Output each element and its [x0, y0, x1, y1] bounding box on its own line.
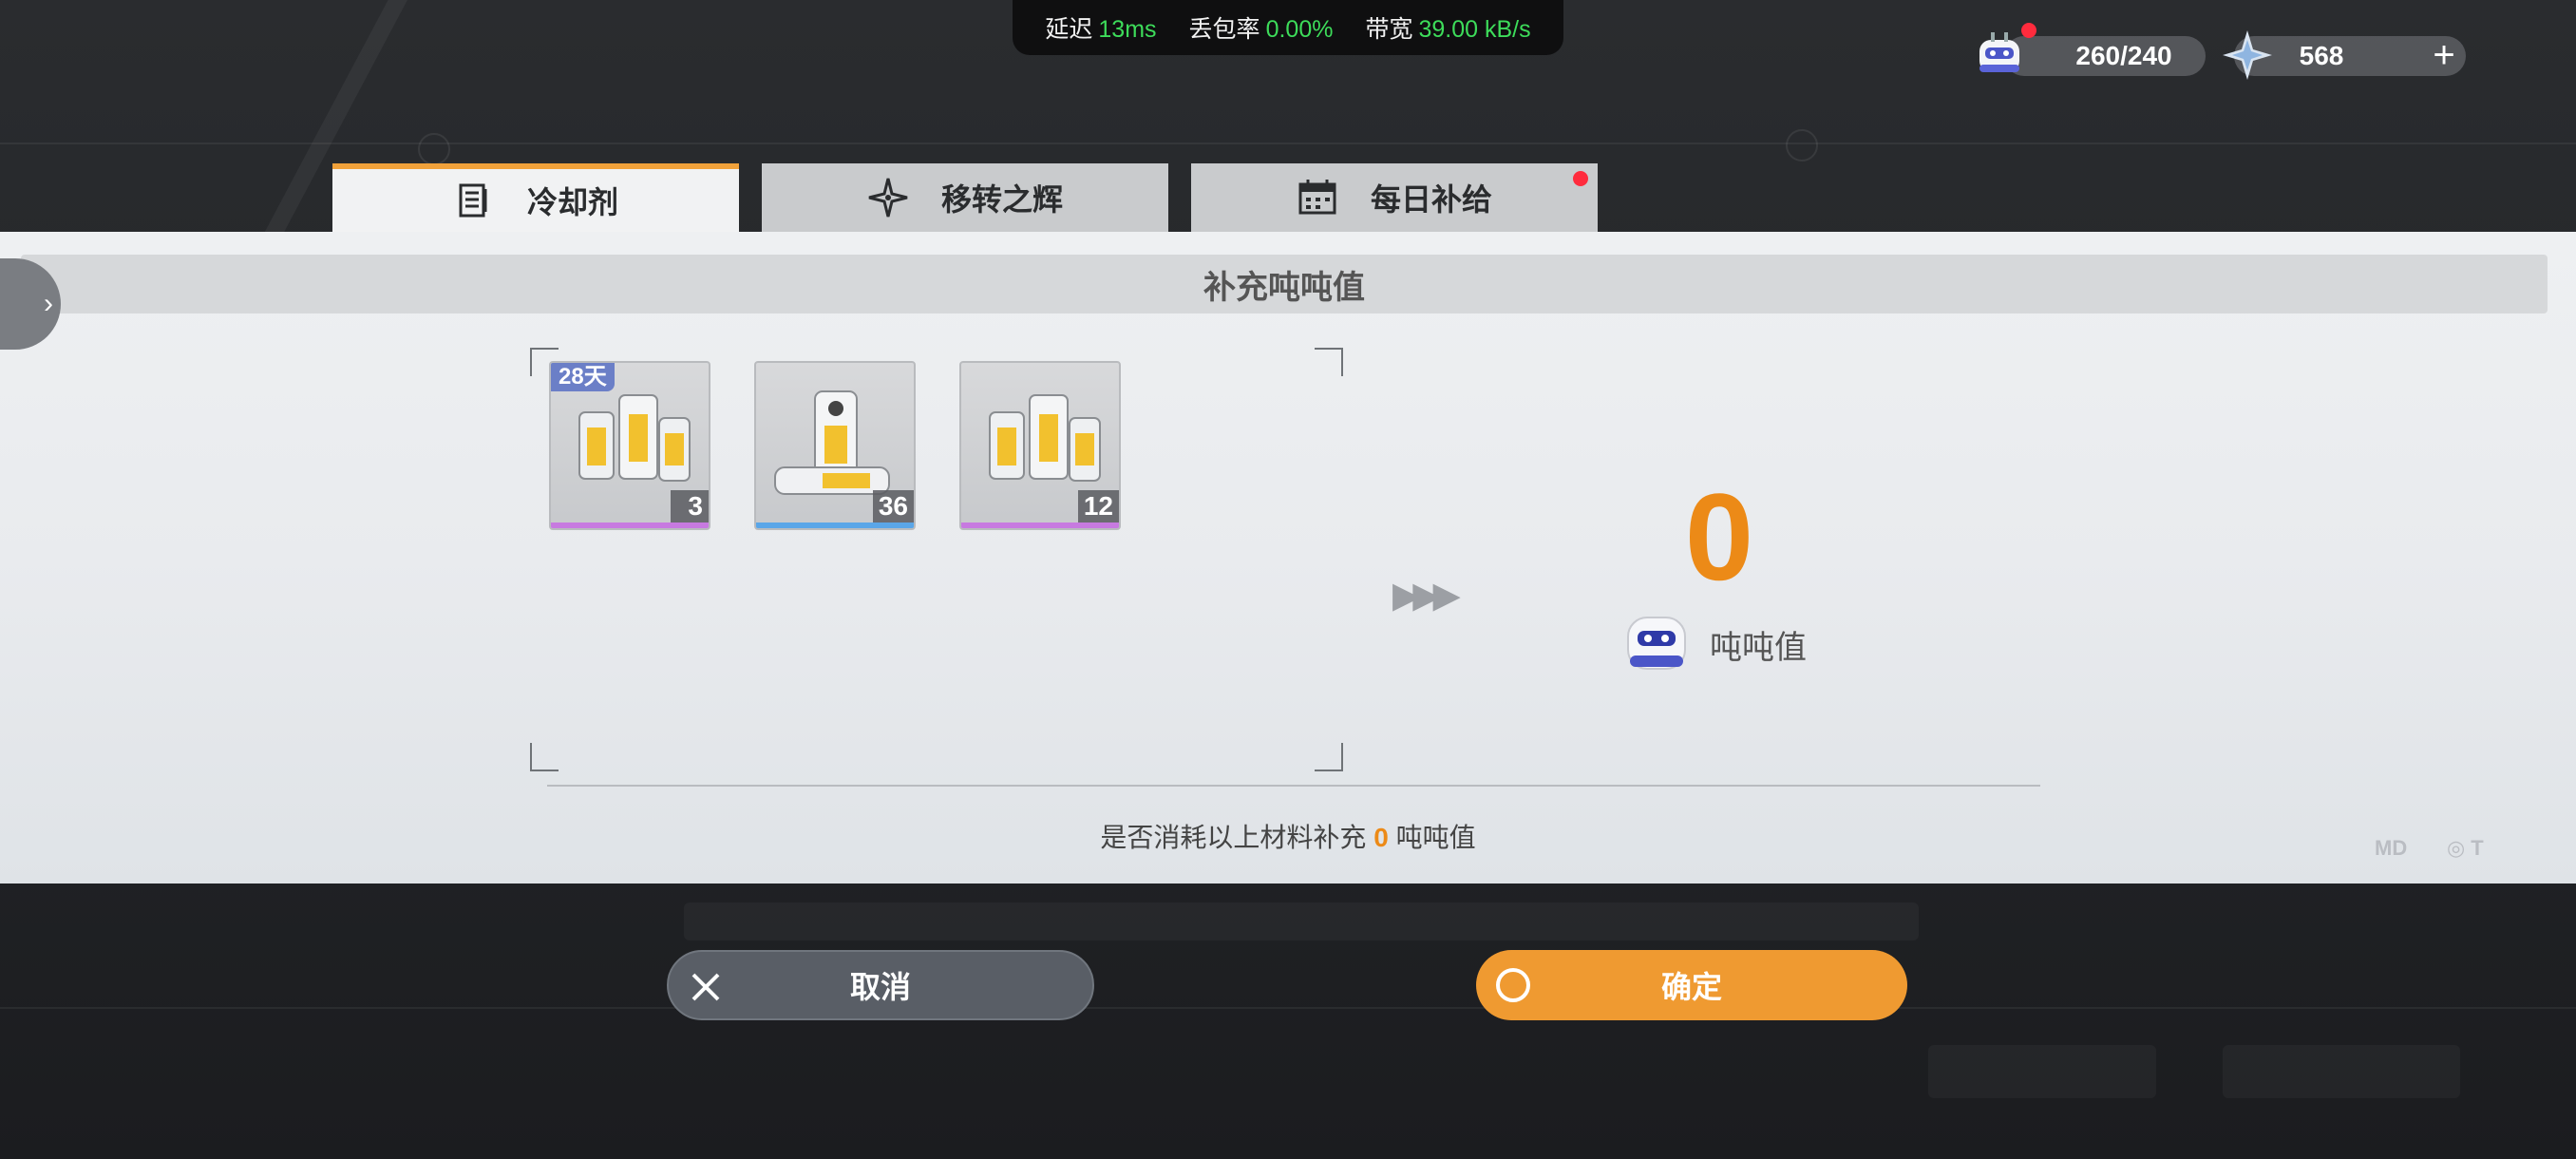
close-icon — [691, 973, 720, 1001]
frame-corner — [530, 743, 559, 771]
background-panel — [684, 902, 1919, 940]
item-count: 36 — [872, 490, 914, 522]
divider — [547, 785, 2040, 787]
item-card[interactable]: 12 — [959, 361, 1121, 530]
notification-dot — [2021, 23, 2036, 38]
bandwidth-value: 39.00 kB/s — [1418, 16, 1531, 43]
tab-transfer-glow-label: 移转之辉 — [940, 182, 1063, 217]
confirm-value: 0 — [1373, 823, 1389, 852]
watermark-logo: MD — [2375, 836, 2408, 860]
item-card[interactable]: 36 — [754, 361, 916, 530]
background-panel — [2223, 1045, 2460, 1098]
tab-coolant[interactable]: 冷却剂 — [332, 163, 739, 238]
chevron-right-icon: › — [44, 288, 53, 319]
background-line — [0, 142, 2576, 144]
calendar-icon — [1298, 180, 1336, 215]
latency-label: 延迟 — [1045, 16, 1093, 43]
rarity-bar-purple — [551, 522, 709, 528]
item-card[interactable]: 28天 3 — [549, 361, 710, 530]
energy-counter[interactable]: 260/240 — [2004, 36, 2206, 76]
tab-transfer-glow[interactable]: 移转之辉 — [762, 163, 1168, 232]
rarity-bar-purple — [961, 522, 1119, 528]
frame-corner — [1315, 348, 1343, 376]
network-stats-bar: 延迟 13ms 丢包率 0.00% 带宽 39.00 kB/s — [1013, 0, 1563, 55]
confirm-prefix: 是否消耗以上材料补充 — [1100, 823, 1367, 852]
latency-stat: 延迟 13ms — [1045, 10, 1156, 45]
refill-panel: 补充吨吨值 ▶▶▶ 0 吨吨值 是否消耗以上材料补充 0 吨吨值 MD ◎ T — [0, 232, 2576, 884]
background-marker — [418, 133, 450, 165]
robot-energy-icon — [1979, 32, 2019, 72]
cancel-button-label: 取消 — [849, 970, 911, 1004]
tab-coolant-label: 冷却剂 — [526, 185, 618, 219]
confirm-message: 是否消耗以上材料补充 0 吨吨值 — [0, 817, 2576, 855]
item-count: 3 — [671, 490, 709, 522]
background-panel — [1928, 1045, 2156, 1098]
confirm-button[interactable]: 确定 — [1476, 950, 1907, 1020]
tab-daily-supply-label: 每日补给 — [1370, 182, 1492, 217]
confirm-suffix: 吨吨值 — [1395, 823, 1476, 852]
crystal-value: 568 — [2299, 41, 2344, 70]
circle-icon — [1496, 968, 1530, 1002]
bandwidth-label: 带宽 — [1365, 16, 1413, 43]
duration-badge: 28天 — [551, 363, 615, 391]
bandwidth-stat: 带宽 39.00 kB/s — [1365, 10, 1530, 45]
panel-title: 补充吨吨值 — [21, 255, 2548, 314]
tab-daily-supply[interactable]: 每日补给 — [1191, 163, 1598, 232]
list-icon — [459, 183, 487, 218]
convert-arrows-icon: ▶▶▶ — [1392, 576, 1461, 616]
background-marker — [1786, 129, 1818, 162]
packet-loss-label: 丢包率 — [1188, 16, 1260, 43]
cancel-button[interactable]: 取消 — [667, 950, 1094, 1020]
frame-corner — [1315, 743, 1343, 771]
packet-loss-stat: 丢包率 0.00% — [1189, 10, 1334, 45]
star-icon — [868, 178, 908, 218]
watermark-logo: ◎ T — [2447, 836, 2484, 860]
latency-value: 13ms — [1098, 16, 1157, 43]
result-value: 0 — [1684, 467, 1754, 606]
confirm-button-label: 确定 — [1660, 970, 1722, 1004]
energy-value: 260/240 — [2075, 41, 2172, 70]
coolant-canister-icon — [578, 394, 691, 482]
item-count: 12 — [1077, 490, 1119, 522]
background-line — [0, 1007, 2576, 1009]
result-label: 吨吨值 — [1710, 630, 1807, 666]
robot-ton-icon — [1627, 617, 1686, 670]
crystal-icon — [2223, 30, 2272, 80]
notification-dot — [1573, 171, 1588, 186]
coolant-canister-icon — [774, 390, 890, 495]
packet-loss-value: 0.00% — [1265, 16, 1334, 43]
add-crystal-button[interactable]: + — [2424, 36, 2464, 76]
coolant-canister-icon — [989, 394, 1101, 482]
rarity-bar-blue — [756, 522, 914, 528]
